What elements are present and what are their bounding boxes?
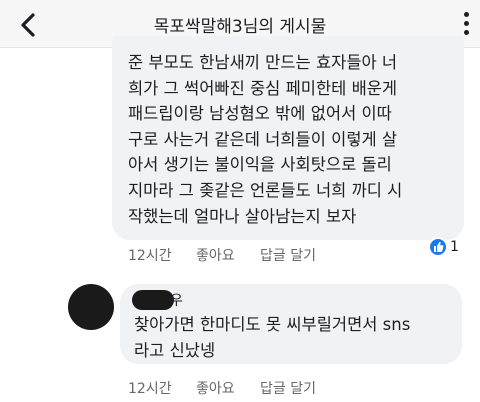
comment-timestamp: 12시간: [128, 381, 172, 397]
comment-line: 희가 그 썩어빠진 중심 페미한테 배운게: [128, 78, 398, 98]
comment-bubble[interactable]: 우 찾아가면 한마디도 못 씨부릴거면서 sns 라고 신났넹: [120, 284, 462, 364]
like-button[interactable]: 좋아요: [196, 378, 235, 398]
like-button[interactable]: 좋아요: [196, 245, 235, 265]
author-name-redaction: [132, 290, 174, 310]
comment-line: 패드립이랑 남성혐오 밖에 없어서 이따: [128, 104, 392, 124]
comment-line: 작했는데 얼마나 살아남는지 보자: [128, 206, 357, 226]
comment-text: 준 부모도 한남새끼 만드는 효자들아 너 희가 그 썩어빠진 중심 페미한테 …: [128, 50, 402, 229]
more-options-button[interactable]: [458, 8, 476, 38]
reaction-count: 1: [450, 239, 459, 255]
comment-line: 준 부모도 한남새끼 만드는 효자들아 너: [128, 53, 398, 72]
comment-line: 라고 신났넹: [134, 340, 216, 360]
more-dot: [464, 12, 469, 17]
comment-line: 아서 생기는 불이익을 사회탓으로 돌리: [128, 155, 392, 175]
reaction-summary[interactable]: 1: [428, 237, 468, 259]
comment-text: 찾아가면 한마디도 못 씨부릴거면서 sns 라고 신났넹: [134, 312, 410, 363]
comment-line: 지마라 그 좆같은 언론들도 너희 까디 시: [128, 180, 403, 200]
reply-button[interactable]: 답글 달기: [260, 245, 316, 265]
page-title: 목포싹말해3님의 게시물: [153, 17, 327, 37]
reply-button[interactable]: 답글 달기: [260, 378, 316, 398]
comment-line: 찾아가면 한마디도 못 씨부릴거면서 sns: [134, 315, 411, 334]
thumbs-up-icon: [428, 237, 448, 257]
author-name[interactable]: 우: [170, 290, 183, 310]
comment-timestamp: 12시간: [128, 248, 172, 264]
more-dot: [464, 21, 469, 26]
comment-bubble[interactable]: 준 부모도 한남새끼 만드는 효자들아 너 희가 그 썩어빠진 중심 페미한테 …: [112, 36, 464, 240]
avatar[interactable]: [68, 284, 114, 330]
more-dot: [464, 30, 469, 35]
comment-line: 구로 사는거 같은데 너희들이 이렇게 살: [128, 129, 398, 149]
